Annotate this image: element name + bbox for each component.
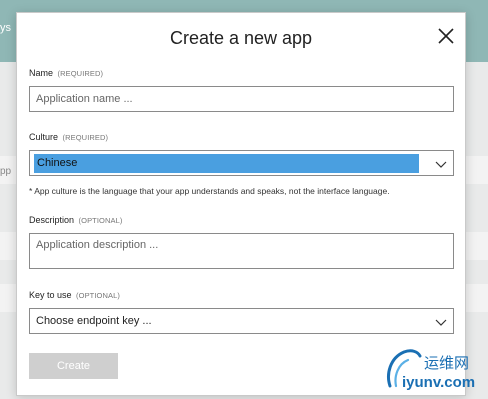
description-label: Description (OPTIONAL) — [29, 215, 122, 225]
watermark-cn-text: 运维网 — [424, 354, 470, 372]
culture-label-text: Culture — [29, 132, 59, 142]
background-side-text: pp — [0, 166, 12, 177]
watermark-en-text: iyunv.com — [402, 374, 476, 391]
create-button[interactable]: Create — [29, 353, 118, 379]
endpoint-key-select[interactable]: Choose endpoint key ... — [29, 308, 454, 334]
name-required-tag: (REQUIRED) — [57, 69, 104, 78]
chevron-down-icon — [435, 317, 447, 327]
key-label-text: Key to use — [29, 290, 72, 300]
background-header-text: ys — [0, 22, 11, 34]
key-optional-tag: (OPTIONAL) — [76, 291, 120, 300]
name-label: Name (REQUIRED) — [29, 68, 103, 78]
dialog-title: Create a new app — [169, 28, 313, 48]
culture-required-tag: (REQUIRED) — [62, 133, 109, 142]
name-label-text: Name — [29, 68, 54, 78]
description-optional-tag: (OPTIONAL) — [78, 216, 123, 225]
application-name-input[interactable] — [29, 86, 454, 112]
culture-select[interactable]: Chinese — [29, 150, 454, 176]
description-label-text: Description — [29, 215, 75, 225]
culture-selected-value: Chinese — [34, 154, 419, 173]
key-label: Key to use (OPTIONAL) — [29, 290, 120, 300]
watermark: 运维网 iyunv.com — [384, 346, 486, 398]
application-description-input[interactable] — [29, 233, 454, 269]
endpoint-key-selected-value: Choose endpoint key ... — [36, 315, 152, 327]
close-button[interactable] — [435, 25, 457, 47]
culture-label: Culture (REQUIRED) — [29, 132, 108, 142]
culture-hint: * App culture is the language that your … — [29, 186, 390, 196]
chevron-down-icon — [435, 159, 447, 169]
create-app-dialog: Create a new app Name (REQUIRED) Culture… — [16, 12, 466, 396]
close-icon — [438, 28, 454, 44]
